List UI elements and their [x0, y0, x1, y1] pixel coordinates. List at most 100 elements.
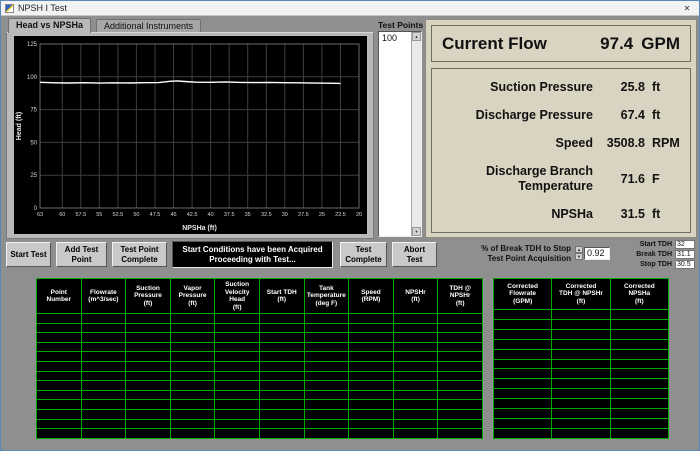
scroll-up-icon[interactable]: ▲ [412, 32, 421, 41]
table-cell [259, 333, 304, 343]
table-cell [215, 342, 260, 352]
app-window: NPSH I Test ✕ Head vs NPSHa Additional I… [0, 0, 700, 451]
table-cell [349, 410, 394, 420]
table-cell [259, 381, 304, 391]
table-cell [438, 390, 483, 400]
table-cell [81, 410, 126, 420]
table-cell [610, 359, 668, 369]
table-cell [126, 371, 171, 381]
table-cell [126, 419, 171, 429]
table-cell [304, 314, 349, 324]
table-cell [438, 400, 483, 410]
table-cell [81, 342, 126, 352]
readout-row: Discharge Branch Temperature 71.6 F [438, 164, 684, 193]
table-cell [552, 399, 610, 409]
table-cell [126, 323, 171, 333]
column-header: Start TDH (ft) [259, 279, 304, 314]
listbox-scrollbar[interactable]: ▲ ▼ [411, 32, 421, 236]
readout-value: 67.4 [593, 108, 645, 122]
tab-additional-instruments[interactable]: Additional Instruments [96, 19, 201, 33]
table-cell [81, 362, 126, 372]
column-header: Flowrate (m^3/sec) [81, 279, 126, 314]
column-header: Corrected NPSHa (ft) [610, 279, 668, 310]
table-cell [552, 369, 610, 379]
table-cell [259, 342, 304, 352]
table-row [37, 419, 483, 429]
head-vs-npsha-graph: 636057.55552.55047.54542.54037.53532.530… [14, 36, 367, 234]
table-cell [610, 319, 668, 329]
svg-text:32.5: 32.5 [261, 212, 272, 218]
table-cell [610, 399, 668, 409]
table-cell [304, 390, 349, 400]
table-cell [349, 323, 394, 333]
tab-head-vs-npsha[interactable]: Head vs NPSHa [8, 18, 91, 33]
table-cell [494, 409, 552, 419]
table-cell [349, 371, 394, 381]
table-cell [438, 333, 483, 343]
table-row [494, 409, 669, 419]
table-cell [610, 379, 668, 389]
readout-label: NPSHa [438, 207, 593, 221]
table-cell [304, 419, 349, 429]
table-cell [610, 309, 668, 319]
table-cell [170, 352, 215, 362]
tdh-value: 30.5 [675, 260, 695, 269]
tdh-label: Start TDH [640, 241, 672, 248]
table-cell [494, 419, 552, 429]
table-row [494, 399, 669, 409]
table-row [37, 323, 483, 333]
table-cell [170, 381, 215, 391]
table-cell [37, 390, 82, 400]
test-point-complete-button[interactable]: Test Point Complete [112, 242, 167, 267]
table-row [37, 429, 483, 439]
test-complete-button[interactable]: Test Complete [340, 242, 387, 267]
table-cell [37, 323, 82, 333]
table-row [494, 319, 669, 329]
table-row [37, 371, 483, 381]
decrement-icon[interactable]: ▼ [575, 253, 583, 260]
column-header: Point Number [37, 279, 82, 314]
table-cell [552, 309, 610, 319]
svg-text:55: 55 [96, 212, 102, 218]
start-test-button[interactable]: Start Test [6, 242, 51, 267]
scroll-down-icon[interactable]: ▼ [412, 227, 421, 236]
table-cell [393, 362, 438, 372]
increment-icon[interactable]: ▲ [575, 246, 583, 253]
table-cell [81, 381, 126, 391]
svg-text:22.5: 22.5 [335, 212, 346, 218]
table-cell [494, 339, 552, 349]
table-cell [393, 400, 438, 410]
tdh-label: Break TDH [636, 251, 672, 258]
table-cell [494, 379, 552, 389]
table-cell [494, 309, 552, 319]
table-cell [37, 342, 82, 352]
spinner-arrows[interactable]: ▲ ▼ [575, 246, 583, 260]
table-cell [37, 352, 82, 362]
table-cell [349, 390, 394, 400]
table-cell [81, 390, 126, 400]
table-cell [438, 323, 483, 333]
table-cell [37, 410, 82, 420]
table-cell [81, 400, 126, 410]
column-header: Suction Velocity Head (ft) [215, 279, 260, 314]
table-cell [610, 339, 668, 349]
table-cell [170, 390, 215, 400]
stop-threshold-input[interactable]: 0.92 [584, 247, 610, 260]
readout-value: 25.8 [593, 80, 645, 94]
add-test-point-button[interactable]: Add Test Point [56, 242, 107, 267]
stop-threshold-control[interactable]: ▲ ▼ 0.92 [575, 246, 610, 260]
stop-threshold-label: % of Break TDH to Stop Test Point Acquis… [447, 244, 571, 263]
table-cell [126, 381, 171, 391]
table-cell [126, 410, 171, 420]
test-points-listbox[interactable]: 100 ▲ ▼ [378, 31, 422, 237]
table-row [494, 428, 669, 438]
close-icon[interactable]: ✕ [679, 4, 695, 13]
svg-text:30: 30 [282, 212, 288, 218]
table-cell [81, 314, 126, 324]
table-cell [552, 419, 610, 429]
abort-test-button[interactable]: Abort Test [392, 242, 437, 267]
svg-text:45: 45 [170, 212, 176, 218]
table-cell [438, 314, 483, 324]
corrected-table: Corrected Flowrate (GPM)Corrected TDH @ … [493, 278, 669, 439]
table-cell [438, 362, 483, 372]
